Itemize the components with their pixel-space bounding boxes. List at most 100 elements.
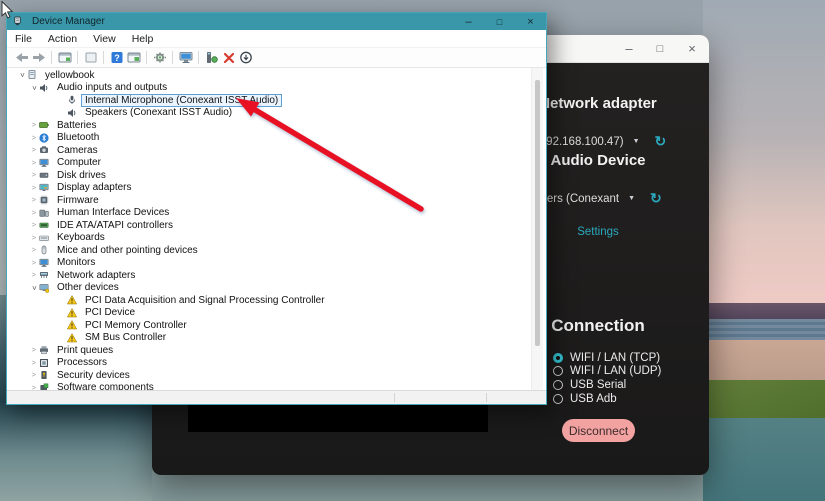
tree-item-label[interactable]: Processors <box>54 357 110 368</box>
tree-item[interactable]: >Mice and other pointing devices <box>7 244 546 257</box>
tree-item-label[interactable]: SM Bus Controller <box>82 332 169 343</box>
close-button[interactable]: × <box>681 35 703 62</box>
menu-item-help[interactable]: Help <box>124 33 162 45</box>
tree-expander-icon[interactable]: > <box>29 83 39 93</box>
chevron-down-icon[interactable]: ▼ <box>633 138 640 145</box>
tree-item-label[interactable]: Cameras <box>54 145 101 156</box>
close-button[interactable]: × <box>515 13 546 30</box>
tree-expander-icon[interactable]: > <box>17 70 27 80</box>
tree-expander-icon[interactable]: > <box>29 183 39 193</box>
tree-item[interactable]: >Computer <box>7 157 546 170</box>
disconnect-button[interactable]: Disconnect <box>562 419 635 442</box>
minimize-button[interactable]: – <box>618 35 640 62</box>
device-manager-titlebar[interactable]: Device Manager – □ × <box>7 13 546 30</box>
tree-expander-icon[interactable]: > <box>29 233 39 243</box>
tree-expander-icon[interactable]: > <box>29 195 39 205</box>
tree-expander-icon[interactable]: > <box>29 145 39 155</box>
tree-item[interactable]: >Batteries <box>7 119 546 132</box>
blank-window-icon[interactable] <box>82 50 99 65</box>
disable-icon[interactable] <box>237 50 254 65</box>
tree-expander-icon[interactable]: > <box>29 258 39 268</box>
tree-expander-icon[interactable]: > <box>29 383 39 390</box>
tree-item-label[interactable]: Other devices <box>54 282 122 293</box>
tree-item-label[interactable]: Batteries <box>54 120 99 131</box>
tree-expander-icon[interactable]: > <box>29 270 39 280</box>
tree-item[interactable]: > Cameras <box>7 144 546 157</box>
tree-item-label[interactable]: Network adapters <box>54 270 138 281</box>
tree-item[interactable]: PCI Data Acquisition and Signal Processi… <box>7 294 546 307</box>
radio-icon[interactable] <box>553 366 563 376</box>
tree-expander-icon[interactable]: > <box>29 283 39 293</box>
tree-expander-icon[interactable]: > <box>29 208 39 218</box>
tree-item-label[interactable]: Speakers (Conexant ISST Audio) <box>82 107 235 118</box>
tree-item-label[interactable]: IDE ATA/ATAPI controllers <box>54 220 176 231</box>
tree-item-label[interactable]: Audio inputs and outputs <box>54 82 170 93</box>
tree-item[interactable]: > Network adapters <box>7 269 546 282</box>
tree-expander-icon[interactable]: > <box>29 158 39 168</box>
tree-item[interactable]: > Processors <box>7 357 546 370</box>
forward-icon[interactable] <box>30 50 47 65</box>
tree-item-label[interactable]: Bluetooth <box>54 132 102 143</box>
refresh-icon[interactable]: ↻ <box>655 133 667 150</box>
update-driver-icon[interactable] <box>151 50 168 65</box>
tree-expander-icon[interactable]: > <box>29 170 39 180</box>
tree-item[interactable]: > Display adapters <box>7 182 546 195</box>
computer-icon[interactable] <box>177 50 194 65</box>
radio-icon[interactable] <box>553 394 563 404</box>
tree-expander-icon[interactable]: > <box>29 358 39 368</box>
tree-item[interactable]: > Audio inputs and outputs <box>7 82 546 95</box>
tree-item-label[interactable]: PCI Device <box>82 307 138 318</box>
menu-item-view[interactable]: View <box>85 33 124 45</box>
uninstall-icon[interactable] <box>220 50 237 65</box>
tree-item-label[interactable]: Print queues <box>54 345 116 356</box>
tree-item-label[interactable]: Security devices <box>54 370 133 381</box>
tree-item[interactable]: > Human Interface Devices <box>7 207 546 220</box>
tree-item-label[interactable]: PCI Data Acquisition and Signal Processi… <box>82 295 328 306</box>
connection-option[interactable]: WIFI / LAN (UDP) <box>553 365 661 379</box>
tree-expander-icon[interactable]: > <box>29 345 39 355</box>
tree-item[interactable]: > Firmware <box>7 194 546 207</box>
tree-item[interactable]: > yellowbook <box>7 69 546 82</box>
tree-item-label[interactable]: Firmware <box>54 195 102 206</box>
connection-option[interactable]: USB Adb <box>553 392 661 406</box>
radio-selected-icon[interactable] <box>553 353 563 363</box>
tree-item-label[interactable]: Keyboards <box>54 232 108 243</box>
tree-item[interactable]: > Security devices <box>7 369 546 382</box>
console-window-icon[interactable] <box>56 50 73 65</box>
radio-icon[interactable] <box>553 380 563 390</box>
chevron-down-icon[interactable]: ▼ <box>628 195 635 202</box>
minimize-button[interactable]: – <box>453 13 484 30</box>
tree-item[interactable]: > Monitors <box>7 257 546 270</box>
tree-item-label[interactable]: Software components <box>54 382 157 390</box>
tree-item-label[interactable]: Disk drives <box>54 170 109 181</box>
tree-expander-icon[interactable]: > <box>29 370 39 380</box>
refresh-icon[interactable]: ↻ <box>650 190 662 207</box>
tree-item[interactable]: > Disk drives <box>7 169 546 182</box>
maximize-button[interactable]: □ <box>484 13 515 30</box>
tree-item[interactable]: Internal Microphone (Conexant ISST Audio… <box>7 94 546 107</box>
maximize-button[interactable]: □ <box>649 35 671 62</box>
tree-item[interactable]: PCI Device <box>7 307 546 320</box>
vertical-scrollbar[interactable] <box>531 68 543 390</box>
scan-hardware-icon[interactable] <box>203 50 220 65</box>
properties-icon[interactable] <box>125 50 142 65</box>
tree-item-label[interactable]: Mice and other pointing devices <box>54 245 201 256</box>
tree-item[interactable]: Speakers (Conexant ISST Audio) <box>7 107 546 120</box>
tree-item-label[interactable]: Display adapters <box>54 182 134 193</box>
tree-item[interactable]: >IDE ATA/ATAPI controllers <box>7 219 546 232</box>
tree-item-label[interactable]: Human Interface Devices <box>54 207 172 218</box>
tree-item[interactable]: PCI Memory Controller <box>7 319 546 332</box>
menu-item-action[interactable]: Action <box>40 33 85 45</box>
back-icon[interactable] <box>13 50 30 65</box>
tree-item-label[interactable]: PCI Memory Controller <box>82 320 190 331</box>
tree-item[interactable]: > Keyboards <box>7 232 546 245</box>
tree-item-label[interactable]: Monitors <box>54 257 98 268</box>
tree-item[interactable]: > Other devices <box>7 282 546 295</box>
tree-item-label[interactable]: Internal Microphone (Conexant ISST Audio… <box>82 95 281 106</box>
scrollbar-thumb[interactable] <box>535 80 540 346</box>
tree-item[interactable]: > Software components <box>7 382 546 391</box>
tree-item[interactable]: > Print queues <box>7 344 546 357</box>
tree-item[interactable]: SM Bus Controller <box>7 332 546 345</box>
tree-item-label[interactable]: yellowbook <box>42 70 97 81</box>
tree-item[interactable]: >Bluetooth <box>7 132 546 145</box>
